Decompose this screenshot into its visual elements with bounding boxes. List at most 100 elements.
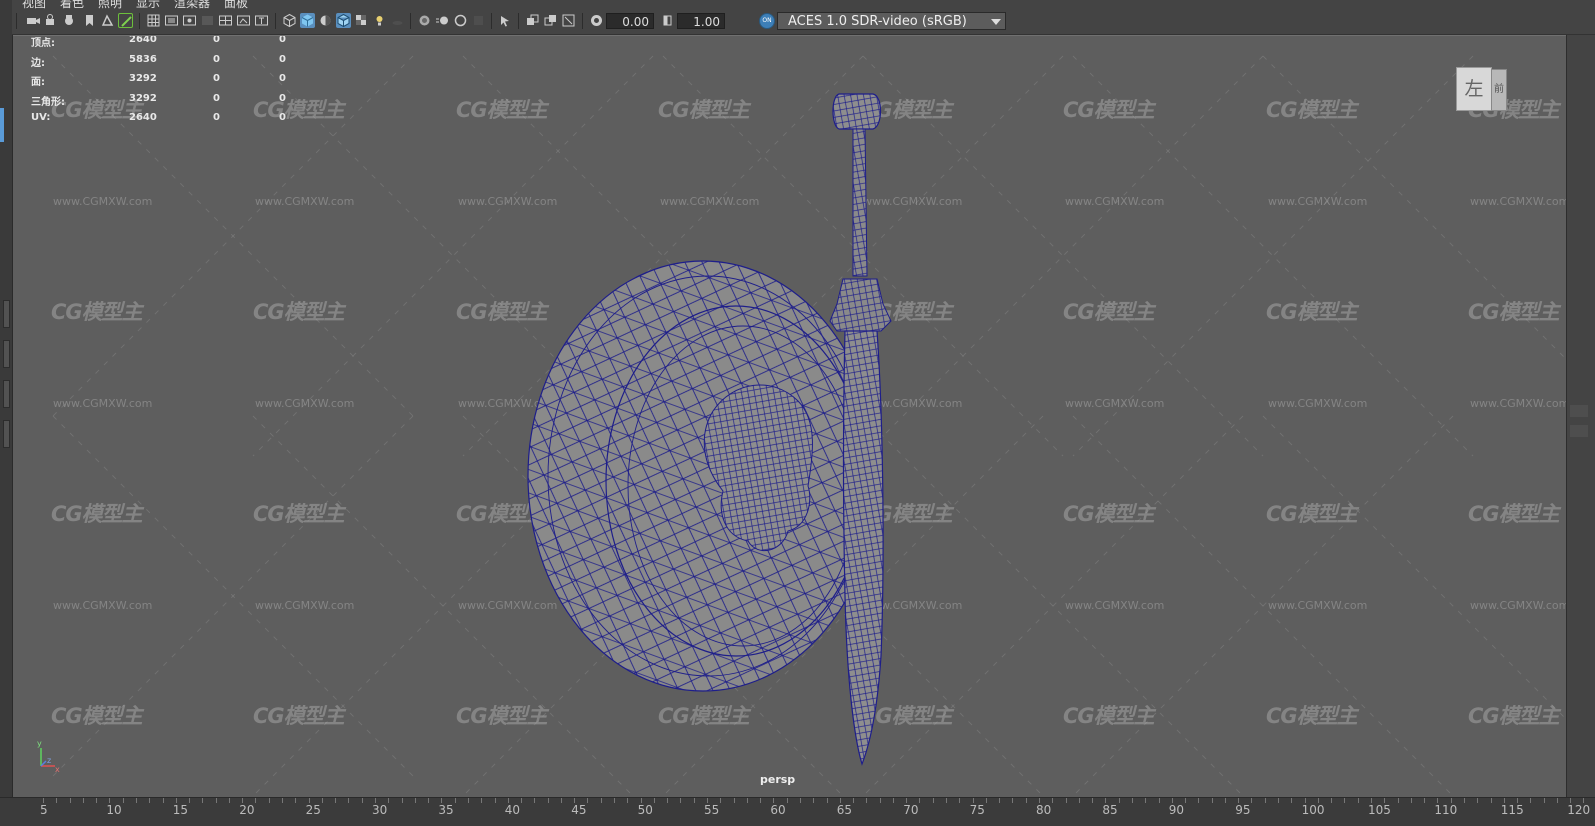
perspective-viewport[interactable]: CG模型主 CG模型主 CG模型主 CG模型主 CG模型主 CG模型主 CG模型主 CG模型主… (13, 35, 1566, 798)
menu-panels[interactable]: 面板 (224, 0, 248, 9)
toolbox-button[interactable] (3, 420, 10, 448)
anti-aliasing-icon[interactable] (453, 13, 468, 28)
view-cube-left-face[interactable]: 左 (1456, 67, 1492, 111)
timeline-tick-mark (1291, 798, 1293, 803)
timeline-tick-mark (1424, 798, 1426, 803)
timeline-tick-mark (215, 798, 217, 803)
view-transform-dropdown[interactable]: ACES 1.0 SDR-video (sRGB) (777, 12, 1006, 30)
left-toolbox-strip (0, 0, 13, 826)
bookmark-icon[interactable] (82, 13, 97, 28)
camera-select-icon[interactable] (26, 13, 41, 28)
field-chart-icon[interactable] (218, 13, 233, 28)
image-plane-icon[interactable] (100, 13, 115, 28)
timeline-tick-mark (1463, 798, 1465, 803)
gate-mask-icon[interactable] (200, 13, 215, 28)
hud-value: 5836 (129, 53, 157, 65)
timeline-tick-label: 30 (372, 803, 388, 817)
hud-value: 3292 (129, 92, 157, 104)
timeline-tick-mark (1331, 798, 1333, 803)
timeline-tick-mark (600, 798, 602, 803)
menu-show[interactable]: 显示 (136, 0, 160, 9)
timeline-tick-mark (1556, 798, 1558, 803)
film-gate-icon[interactable] (164, 13, 179, 28)
timeline-tick-mark (43, 798, 44, 803)
isolate-select-icon[interactable] (498, 13, 513, 28)
wireframe-on-shaded-icon[interactable] (336, 13, 351, 28)
shield-mesh (527, 260, 879, 692)
shadows-icon[interactable] (390, 13, 405, 28)
gamma-field[interactable]: 1.00 (677, 13, 725, 29)
timeline-tick-mark (82, 798, 84, 803)
safe-title-icon[interactable] (254, 13, 269, 28)
panel-tab[interactable] (1570, 425, 1588, 437)
hud-value: 0 (213, 35, 220, 45)
camera-lock-icon[interactable] (44, 13, 59, 28)
color-management-icon[interactable]: ON (759, 13, 775, 29)
hud-value: 0 (279, 73, 286, 84)
exposure-icon[interactable] (589, 13, 604, 28)
menu-view[interactable]: 视图 (22, 0, 46, 9)
timeline-tick-mark (667, 798, 669, 803)
screen-space-ao-icon[interactable] (417, 13, 432, 28)
grease-pencil-icon[interactable] (118, 13, 133, 28)
timeline-tick-mark (1304, 798, 1306, 803)
time-slider[interactable]: 5 10 15 20 25 30 35 40 45 50 55 60 65 70 75 80 85 90 95 100… (0, 797, 1595, 826)
timeline-tick-mark (985, 798, 987, 803)
timeline-tick-mark (1437, 798, 1439, 803)
timeline-tick-label: 40 (504, 803, 521, 817)
timeline-tick-mark (1131, 798, 1133, 803)
timeline-tick-mark (1264, 798, 1266, 803)
toolbox-button[interactable] (3, 300, 10, 328)
exposure-field[interactable]: 0.00 (606, 13, 654, 29)
view-cube[interactable]: 左 前 (1456, 67, 1516, 115)
toolbox-button[interactable] (3, 340, 10, 368)
textured-icon[interactable] (354, 13, 369, 28)
timeline-tick-mark (866, 798, 868, 803)
frame-selection-icon[interactable] (561, 13, 576, 28)
timeline-tick-label: 70 (903, 803, 919, 817)
gamma-icon[interactable] (660, 13, 675, 28)
wireframe-icon[interactable] (282, 13, 297, 28)
timeline-tick-mark (149, 798, 151, 803)
timeline-tick-label: 85 (1102, 803, 1118, 817)
view-transform-label: ACES 1.0 SDR-video (sRGB) (788, 14, 967, 29)
hud-value: 0 (213, 112, 220, 123)
timeline-tick-mark (268, 798, 270, 803)
view-cube-front-face[interactable]: 前 (1491, 69, 1507, 111)
motion-blur-icon[interactable] (435, 13, 450, 28)
menu-renderer[interactable]: 渲染器 (174, 0, 210, 9)
timeline-tick-mark (494, 798, 496, 803)
xray-joints-icon[interactable] (543, 13, 558, 28)
timeline-tick-mark (348, 798, 350, 803)
smooth-shade-icon[interactable] (300, 13, 315, 28)
timeline-tick-mark (839, 798, 841, 803)
timeline-tick-mark (1530, 798, 1532, 803)
camera-attributes-icon[interactable] (62, 13, 77, 28)
timeline-tick-mark (720, 798, 722, 803)
timeline-tick-mark (627, 798, 629, 803)
timeline-tick-mark (640, 798, 642, 803)
safe-action-icon[interactable] (236, 13, 251, 28)
timeline-tick-mark (1278, 798, 1280, 803)
grid-icon[interactable] (146, 13, 161, 28)
timeline-tick-mark (388, 798, 390, 803)
resolution-gate-icon[interactable] (182, 13, 197, 28)
timeline-tick-mark (1357, 798, 1359, 803)
menu-shading[interactable]: 着色 (60, 0, 84, 9)
timeline-tick-mark (653, 798, 655, 803)
timeline-tick-mark (1490, 798, 1492, 803)
timeline-tick-mark (932, 798, 934, 803)
timeline-tick-mark (428, 798, 430, 803)
timeline-tick-label: 45 (571, 803, 587, 817)
timeline-tick-mark (1477, 798, 1479, 803)
panel-tab[interactable] (1570, 405, 1588, 417)
xray-icon[interactable] (525, 13, 540, 28)
depth-of-field-icon[interactable] (471, 13, 486, 28)
lights-icon[interactable] (372, 13, 387, 28)
timeline-tick-mark (799, 798, 801, 803)
timeline-tick-mark (1450, 798, 1452, 803)
toolbox-button[interactable] (3, 380, 10, 408)
default-material-icon[interactable] (318, 13, 333, 28)
menu-lighting[interactable]: 照明 (98, 0, 122, 9)
timeline-tick-mark (1583, 798, 1585, 803)
